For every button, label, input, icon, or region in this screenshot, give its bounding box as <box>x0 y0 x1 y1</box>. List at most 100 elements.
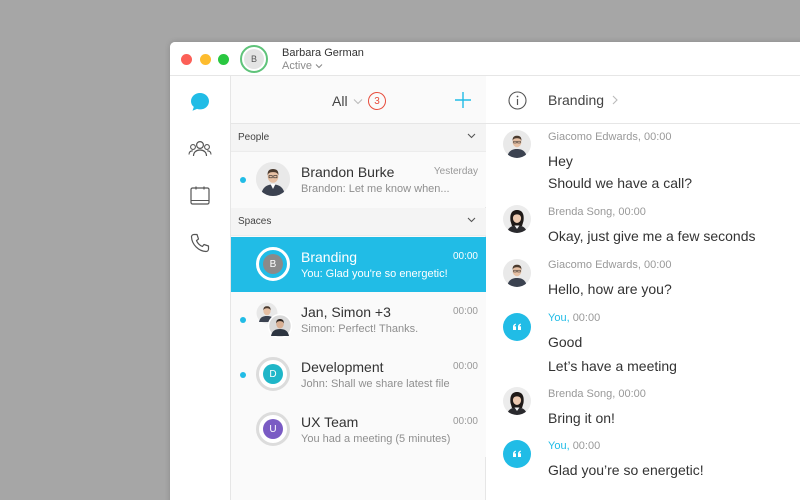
conversation-time: 00:00 <box>452 361 478 372</box>
message-meta: Brenda Song, 00:00 <box>548 388 646 400</box>
sender-avatar <box>503 205 531 233</box>
space-initial: U <box>263 419 283 439</box>
unread-count-badge: 3 <box>368 92 386 110</box>
avatar: D <box>256 357 290 391</box>
user-avatar-initial: B <box>244 49 264 69</box>
sender-avatar <box>503 259 531 287</box>
nav-rail <box>170 76 231 500</box>
unread-dot <box>240 317 246 323</box>
messages-nav-button[interactable] <box>187 89 213 115</box>
unread-dot <box>240 177 246 183</box>
group-avatar-icon <box>256 302 293 339</box>
sender-name: You, <box>548 440 570 452</box>
calls-icon <box>190 233 210 253</box>
message-time: 00:00 <box>572 312 601 324</box>
conversation-name: Brandon Burke <box>301 164 395 180</box>
conversation-list: All 3 People Brandon Burke Yesterday Bra… <box>231 76 486 500</box>
conversation-preview: Brandon: Let me know when... <box>301 183 450 195</box>
sender-name: Brenda Song <box>548 388 613 400</box>
message-time: 00:00 <box>618 388 646 400</box>
status-dropdown[interactable]: Active <box>282 60 323 72</box>
conversation-name: UX Team <box>301 414 359 430</box>
message-time: 00:00 <box>572 440 601 452</box>
title-bar: B Barbara German Active <box>170 42 800 76</box>
you-avatar <box>503 440 531 468</box>
conversation-name: Branding <box>301 249 358 265</box>
sender-avatar <box>503 387 531 415</box>
conversation-item[interactable]: Jan, Simon +3 00:00 Simon: Perfect! Than… <box>231 292 486 347</box>
person-photo-icon <box>256 162 290 196</box>
conversation-time: 00:00 <box>452 251 478 262</box>
list-header: All 3 <box>231 76 486 124</box>
conversation-preview: You had a meeting (5 minutes) <box>301 433 451 445</box>
conversation-time: 00:00 <box>452 306 478 317</box>
app-window: B Barbara German Active All 3 People Bra… <box>170 42 800 500</box>
new-conversation-button[interactable] <box>453 90 473 110</box>
sender-name: You, <box>548 312 570 324</box>
conversation-item[interactable]: Brandon Burke Yesterday Brandon: Let me … <box>231 152 486 207</box>
message-text: Let’s have a meeting <box>548 358 677 374</box>
space-initial: D <box>263 364 283 384</box>
sender-name: Giacomo Edwards <box>548 131 638 143</box>
user-name: Barbara German <box>282 47 364 59</box>
sender-name: Giacomo Edwards <box>548 259 638 271</box>
chevron-down-icon <box>467 217 476 223</box>
messages-icon <box>191 93 209 111</box>
close-window-button[interactable] <box>181 54 192 65</box>
message-text: Glad you’re so energetic! <box>548 462 704 478</box>
status-label: Active <box>282 60 312 72</box>
conversation-preview: John: Shall we share latest file <box>301 378 450 390</box>
conversation-item[interactable]: D Development 00:00 John: Shall we share… <box>231 347 486 402</box>
chevron-down-icon <box>353 98 362 104</box>
calendar-icon <box>190 186 210 205</box>
chat-header: Branding <box>486 76 800 124</box>
message-meta: You, 00:00 <box>548 440 600 452</box>
quote-icon <box>513 323 521 330</box>
avatar <box>256 162 290 196</box>
maximize-window-button[interactable] <box>218 54 229 65</box>
spaces-section-header[interactable]: Spaces <box>231 208 486 236</box>
chevron-down-icon <box>467 133 476 139</box>
people-section-label: People <box>238 132 270 143</box>
message-meta: Giacomo Edwards, 00:00 <box>548 131 672 143</box>
sender-name: Brenda Song <box>548 206 613 218</box>
user-avatar[interactable]: B <box>240 45 268 73</box>
chat-title-button[interactable]: Branding <box>548 92 618 108</box>
message-text: Bring it on! <box>548 410 615 426</box>
message-text: Hey <box>548 153 573 169</box>
message-time: 00:00 <box>618 206 646 218</box>
conversation-item[interactable]: U UX Team 00:00 You had a meeting (5 min… <box>231 402 486 457</box>
conversation-time: 00:00 <box>452 416 478 427</box>
message-text: Should we have a call? <box>548 175 692 191</box>
minimize-window-button[interactable] <box>200 54 211 65</box>
chat-pane: Branding Giacomo Edwards, 00:00 Hey Shou… <box>486 76 800 500</box>
avatar: B <box>256 247 290 281</box>
quote-icon <box>513 450 521 457</box>
conversation-preview: You: Glad you're so energetic! <box>301 268 448 280</box>
conversation-item-selected[interactable]: B Branding 00:00 You: Glad you're so ene… <box>231 237 486 292</box>
teams-icon <box>188 140 212 157</box>
teams-nav-button[interactable] <box>187 136 213 162</box>
people-section-header[interactable]: People <box>231 124 486 152</box>
message-text: Okay, just give me a few seconds <box>548 228 756 244</box>
message-meta: Giacomo Edwards, 00:00 <box>548 259 672 271</box>
message-meta: Brenda Song, 00:00 <box>548 206 646 218</box>
filter-label: All <box>332 93 348 109</box>
chevron-down-icon <box>315 64 323 69</box>
conversation-time: Yesterday <box>433 166 478 177</box>
spaces-section-label: Spaces <box>238 216 272 227</box>
filter-dropdown[interactable]: All <box>332 93 363 109</box>
conversation-name: Development <box>301 359 384 375</box>
message-text: Hello, how are you? <box>548 281 672 297</box>
info-button[interactable] <box>508 91 527 110</box>
avatar: U <box>256 412 290 446</box>
message-time: 00:00 <box>644 259 672 271</box>
calls-nav-button[interactable] <box>187 230 213 256</box>
message-time: 00:00 <box>644 131 672 143</box>
message-meta: You, 00:00 <box>548 312 600 324</box>
calendar-nav-button[interactable] <box>187 183 213 209</box>
space-initial: B <box>263 254 283 274</box>
you-avatar <box>503 313 531 341</box>
message-text: Good <box>548 334 583 350</box>
chat-title: Branding <box>548 92 605 108</box>
